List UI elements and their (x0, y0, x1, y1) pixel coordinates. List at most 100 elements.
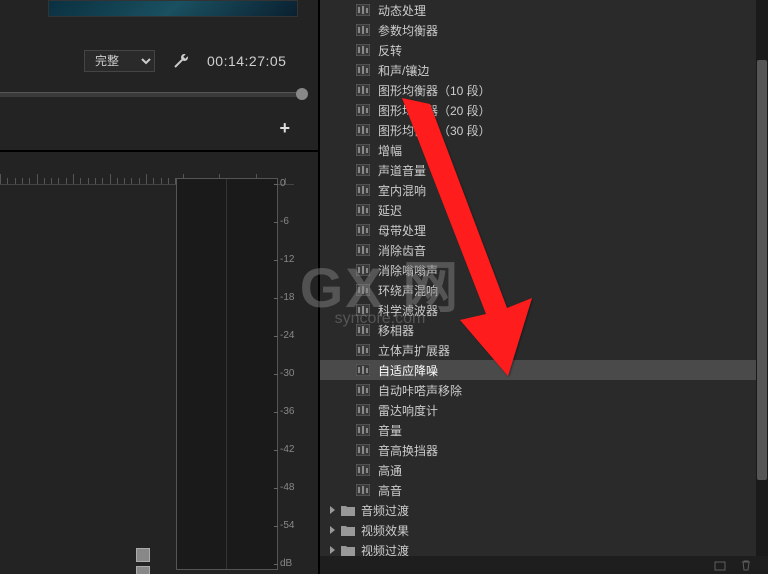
effect-label: 声道音量 (378, 162, 426, 179)
meter-scale-label: -12 (280, 254, 294, 265)
audio-effect-icon (356, 224, 370, 236)
effect-item[interactable]: 音高换挡器 (320, 440, 768, 460)
audio-effect-icon (356, 244, 370, 256)
folder-icon (341, 545, 355, 556)
timecode-display[interactable]: 00:14:27:05 (207, 53, 286, 69)
effect-label: 雷达响度计 (378, 402, 438, 419)
effect-label: 动态处理 (378, 2, 426, 19)
effect-item[interactable]: 音量 (320, 420, 768, 440)
effect-item[interactable]: 和声/镶边 (320, 60, 768, 80)
effect-label: 高音 (378, 482, 402, 499)
audio-effect-icon (356, 104, 370, 116)
meter-handle[interactable] (136, 548, 150, 562)
program-monitor-panel: 完整 00:14:27:05 + 0-6-12-18-24-30-36-42-4… (0, 0, 320, 574)
effect-item[interactable]: 雷达响度计 (320, 400, 768, 420)
audio-effect-icon (356, 84, 370, 96)
audio-effect-icon (356, 4, 370, 16)
folder-label: 视频过渡 (361, 542, 409, 557)
effect-item[interactable]: 图形均衡器（30 段） (320, 120, 768, 140)
audio-level-meter (176, 178, 278, 570)
audio-effect-icon (356, 124, 370, 136)
effect-label: 消除齿音 (378, 242, 426, 259)
effect-label: 自动咔嗒声移除 (378, 382, 462, 399)
effect-folder[interactable]: 视频效果 (320, 520, 768, 540)
timeline-scrubber[interactable] (0, 92, 302, 102)
expand-caret-icon[interactable] (330, 546, 335, 554)
audio-effect-icon (356, 204, 370, 216)
effect-label: 环绕声混响 (378, 282, 438, 299)
audio-effect-icon (356, 164, 370, 176)
meter-scale-label: -48 (280, 482, 294, 493)
effect-item[interactable]: 自适应降噪 (320, 360, 768, 380)
audio-effect-icon (356, 264, 370, 276)
audio-effect-icon (356, 384, 370, 396)
effect-item[interactable]: 高音 (320, 480, 768, 500)
meter-handle[interactable] (136, 566, 150, 574)
effect-label: 图形均衡器（20 段） (378, 102, 491, 119)
effects-panel: 动态处理参数均衡器反转和声/镶边图形均衡器（10 段） 图形均衡器（20 段）图形… (320, 0, 768, 574)
effects-scrollbar[interactable] (756, 0, 768, 556)
effect-label: 高通 (378, 462, 402, 479)
folder-label: 音频过渡 (361, 502, 409, 519)
effect-item[interactable]: 科学滤波器 (320, 300, 768, 320)
effect-label: 延迟 (378, 202, 402, 219)
effect-label: 反转 (378, 42, 402, 59)
meter-scale-label: 0 (280, 178, 286, 189)
folder-icon (341, 505, 355, 516)
effect-item[interactable]: 环绕声混响 (320, 280, 768, 300)
folder-icon (341, 525, 355, 536)
video-thumbnail (48, 0, 298, 17)
audio-effect-icon (356, 184, 370, 196)
effect-item[interactable]: 高通 (320, 460, 768, 480)
new-bin-icon[interactable] (714, 559, 726, 571)
audio-effect-icon (356, 284, 370, 296)
effect-label: 室内混响 (378, 182, 426, 199)
effect-item[interactable]: 参数均衡器 (320, 20, 768, 40)
meter-scale-label: -54 (280, 520, 294, 531)
effect-item[interactable]: 反转 (320, 40, 768, 60)
audio-meter-panel: 0-6-12-18-24-30-36-42-48-54dB (0, 150, 318, 572)
audio-effect-icon (356, 144, 370, 156)
delete-icon[interactable] (740, 559, 752, 571)
effect-item[interactable]: 移相器 (320, 320, 768, 340)
effect-label: 音高换挡器 (378, 442, 438, 459)
audio-effect-icon (356, 344, 370, 356)
effect-item[interactable]: 自动咔嗒声移除 (320, 380, 768, 400)
effect-label: 增幅 (378, 142, 402, 159)
meter-scale-label: -24 (280, 330, 294, 341)
add-marker-button[interactable]: + (279, 118, 290, 139)
effect-item[interactable]: 动态处理 (320, 0, 768, 20)
effect-item[interactable]: 增幅 (320, 140, 768, 160)
meter-scale-label: -18 (280, 292, 294, 303)
effect-item[interactable]: 消除齿音 (320, 240, 768, 260)
playback-controls-row: 完整 00:14:27:05 (84, 50, 286, 72)
scrollbar-thumb[interactable] (757, 60, 767, 480)
scrubber-handle-icon[interactable] (296, 88, 308, 100)
audio-effect-icon (356, 464, 370, 476)
effect-item[interactable]: 声道音量 (320, 160, 768, 180)
meter-scale-label: -36 (280, 406, 294, 417)
meter-scale-label: -30 (280, 368, 294, 379)
status-bar (320, 556, 768, 574)
effect-folder[interactable]: 音频过渡 (320, 500, 768, 520)
meter-scale-label: dB (280, 558, 292, 569)
effect-label: 图形均衡器（10 段） (378, 82, 491, 99)
effect-label: 参数均衡器 (378, 22, 438, 39)
audio-effect-icon (356, 364, 370, 376)
expand-caret-icon[interactable] (330, 506, 335, 514)
expand-caret-icon[interactable] (330, 526, 335, 534)
effect-item[interactable]: 图形均衡器（10 段） (320, 80, 768, 100)
effect-item[interactable]: 图形均衡器（20 段） (320, 100, 768, 120)
effect-item[interactable]: 延迟 (320, 200, 768, 220)
resolution-dropdown[interactable]: 完整 (84, 50, 155, 72)
effect-item[interactable]: 母带处理 (320, 220, 768, 240)
effect-label: 移相器 (378, 322, 414, 339)
effect-item[interactable]: 室内混响 (320, 180, 768, 200)
audio-effect-icon (356, 444, 370, 456)
effect-label: 消除嗡嗡声 (378, 262, 438, 279)
effect-folder[interactable]: 视频过渡 (320, 540, 768, 556)
folder-label: 视频效果 (361, 522, 409, 539)
effect-item[interactable]: 消除嗡嗡声 (320, 260, 768, 280)
settings-wrench-icon[interactable] (173, 53, 189, 69)
effect-item[interactable]: 立体声扩展器 (320, 340, 768, 360)
